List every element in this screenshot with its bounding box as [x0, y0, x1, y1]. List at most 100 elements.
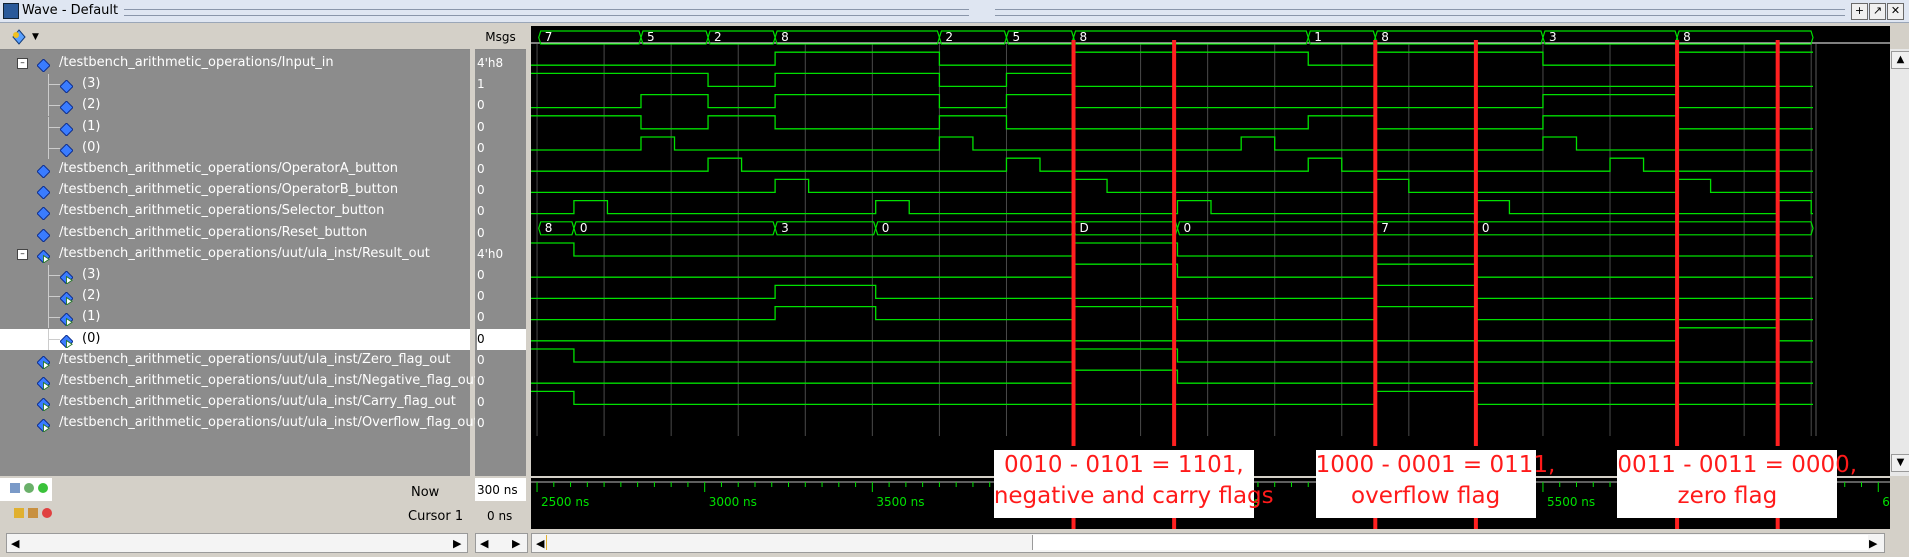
- signal-menu-icon[interactable]: [10, 29, 28, 45]
- result-out-bus-segment: [875, 221, 1075, 236]
- annotation-line: overflow flag: [1351, 483, 1501, 509]
- signal-name: (1): [82, 118, 101, 134]
- vertical-scrollbar[interactable]: ▲ ▼: [1890, 49, 1909, 476]
- add-pane-button[interactable]: +: [1851, 3, 1868, 20]
- signal-row[interactable]: (1): [0, 307, 470, 329]
- signal-row[interactable]: /testbench_arithmetic_operations/Operato…: [0, 180, 470, 201]
- values-hscroll[interactable]: ◀ ▶: [475, 533, 528, 553]
- result-out-bus-label: 0: [580, 221, 588, 235]
- signal-name: /testbench_arithmetic_operations/uut/ula…: [59, 415, 479, 431]
- waveform-area[interactable]: 7 5 2 8 2 5 8 1 8 3 8 8 0 3 0 D 0 7 0: [531, 26, 1890, 476]
- ruler-label: 5500 ns: [1547, 495, 1595, 509]
- signal-row[interactable]: (0): [0, 328, 470, 350]
- scroll-up-icon[interactable]: ▲: [1891, 51, 1909, 69]
- close-button[interactable]: ✕: [1887, 3, 1904, 20]
- collapse-icon[interactable]: –: [17, 248, 28, 260]
- signal-value: 0: [477, 328, 526, 350]
- collapse-icon[interactable]: –: [17, 58, 28, 69]
- scroll-right-icon[interactable]: ▶: [1869, 537, 1877, 550]
- signal-names-pane: ▼ – /testbench_arithmetic_operations/Inpu…: [0, 26, 479, 476]
- input-in-bus-label: 3: [1549, 30, 1557, 44]
- edit-cursor-icon[interactable]: [28, 508, 38, 518]
- signal-value: 0: [477, 98, 485, 113]
- scroll-down-icon[interactable]: ▼: [1891, 454, 1909, 472]
- dropdown-arrow-icon[interactable]: ▼: [32, 32, 39, 42]
- cursor-label: Cursor 1: [408, 509, 464, 524]
- reset-wave: [531, 199, 1813, 215]
- scroll-right-icon[interactable]: ▶: [512, 537, 520, 550]
- input-in-bus-label: 8: [781, 30, 789, 44]
- scroll-thumb[interactable]: [1032, 535, 1868, 550]
- signal-row[interactable]: /testbench_arithmetic_operations/Reset_b…: [0, 223, 470, 244]
- signal-name: /testbench_arithmetic_operations/uut/ula…: [59, 394, 456, 410]
- lock-icon[interactable]: [14, 508, 24, 518]
- signal-value: 0: [477, 416, 485, 431]
- window-titlebar: Wave - Default + ↗ ✕: [0, 0, 1909, 23]
- signal-row[interactable]: /testbench_arithmetic_operations/uut/ula…: [0, 392, 470, 413]
- titlebar-grip-left[interactable]: [124, 9, 969, 16]
- signal-name: /testbench_arithmetic_operations/uut/ula…: [59, 245, 430, 261]
- tree-line-icon: [48, 317, 60, 319]
- result-out-bus-segment: [1072, 221, 1179, 236]
- operator-a-wave: [531, 136, 1813, 151]
- scroll-left-icon[interactable]: ◀: [536, 537, 544, 550]
- signal-name: /testbench_arithmetic_operations/Operato…: [59, 161, 399, 176]
- scroll-left-icon[interactable]: ◀: [480, 537, 488, 550]
- signal-row[interactable]: /testbench_arithmetic_operations/uut/ula…: [0, 413, 479, 434]
- signal-value: 0: [477, 395, 485, 410]
- result-out-bus-label: 7: [1381, 221, 1389, 235]
- signal-row[interactable]: (2): [0, 286, 470, 308]
- signal-name: (0): [82, 139, 101, 155]
- signal-value: 0: [477, 268, 485, 282]
- signal-value: 0: [477, 140, 485, 155]
- annotation-line: 0011 - 0011 = 0000,: [1617, 452, 1858, 478]
- input-in-bus-label: 1: [1314, 30, 1322, 44]
- result-out-bus-label: 0: [1183, 221, 1191, 235]
- input-bit1-wave: [531, 93, 1813, 109]
- cursor-value: 0 ns: [487, 509, 513, 523]
- result-out-bus-label: 0: [882, 221, 890, 235]
- now-label: Now: [411, 485, 440, 500]
- input-bit3-wave: [531, 51, 1813, 66]
- tree-line-icon: [48, 275, 60, 276]
- horizontal-scrollbars: ◀ ▶ ◀ ▶ ◀ ▶: [0, 531, 1909, 557]
- scroll-left-icon[interactable]: ◀: [11, 537, 19, 550]
- delete-cursor-icon[interactable]: [42, 508, 52, 518]
- signal-name: /testbench_arithmetic_operations/Operato…: [59, 182, 399, 198]
- signal-row[interactable]: /testbench_arithmetic_operations/Selecto…: [0, 201, 470, 222]
- signal-row[interactable]: /testbench_arithmetic_operations/uut/ula…: [0, 371, 479, 392]
- tree-line-icon: [48, 147, 60, 149]
- tree-line-icon: [48, 126, 60, 128]
- titlebar-grip-right[interactable]: [995, 9, 1845, 16]
- annotation-line: 0010 - 0101 = 1101,: [1003, 452, 1244, 478]
- selector-wave: [531, 178, 1813, 194]
- input-in-bus-label: 8: [1080, 30, 1088, 44]
- signal-row[interactable]: – /testbench_arithmetic_operations/uut/ul…: [0, 244, 470, 265]
- signal-row[interactable]: /testbench_arithmetic_operations/uut/ula…: [0, 350, 470, 371]
- tree-line-icon: [48, 84, 60, 86]
- wave-hscroll[interactable]: ◀ ▶: [531, 533, 1885, 553]
- cursor-tool-icon[interactable]: [10, 483, 20, 493]
- signal-row[interactable]: – /testbench_arithmetic_operations/Input_…: [0, 53, 470, 74]
- names-hscroll[interactable]: ◀ ▶: [6, 533, 468, 553]
- green-plus-icon[interactable]: [38, 483, 48, 493]
- msgs-header: Msgs: [475, 26, 526, 50]
- scroll-marker: [546, 535, 547, 550]
- scroll-right-icon[interactable]: ▶: [453, 537, 461, 550]
- signal-row[interactable]: (0): [0, 137, 470, 159]
- signal-name: /testbench_arithmetic_operations/uut/ula…: [59, 351, 451, 367]
- signal-row[interactable]: (3): [0, 74, 470, 96]
- signal-row[interactable]: (2): [0, 95, 470, 117]
- undock-button[interactable]: ↗: [1869, 3, 1886, 20]
- waveform-canvas[interactable]: 7 5 2 8 2 5 8 1 8 3 8 8 0 3 0 D 0 7 0: [531, 26, 1890, 476]
- signal-value: 4'h0: [477, 246, 504, 261]
- ruler-label: 6500 ns: [1882, 495, 1890, 509]
- result-out-bus-label: 8: [545, 221, 553, 235]
- result-out-bus-segment: [774, 221, 877, 236]
- input-in-bus-label: 8: [1381, 30, 1389, 44]
- signal-row[interactable]: (3): [0, 265, 470, 286]
- signal-row[interactable]: (1): [0, 116, 470, 138]
- add-cursor-icon[interactable]: [24, 483, 34, 493]
- signal-name: (3): [82, 267, 101, 282]
- signal-row[interactable]: /testbench_arithmetic_operations/Operato…: [0, 159, 470, 180]
